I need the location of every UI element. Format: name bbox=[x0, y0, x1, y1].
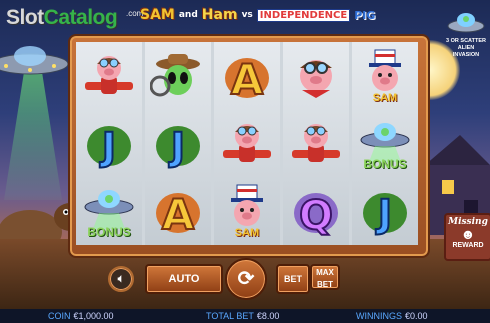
winnings-value: €0.00 bbox=[405, 311, 428, 321]
reel-2: JA bbox=[145, 42, 211, 245]
reel-grid: J BONUS J A A SAM Q SAM BONUS J bbox=[76, 42, 418, 245]
spin-arrow-icon: ⟳ bbox=[237, 268, 255, 290]
coin-label: COIN bbox=[48, 311, 71, 321]
watermark-logo: SlotCatalog bbox=[6, 6, 118, 30]
symbol-goggles-pig bbox=[283, 42, 349, 110]
symbol-J: J bbox=[76, 110, 142, 178]
reel-4: Q bbox=[283, 42, 349, 245]
missing-reward-sign: Missing ☻ REWARD bbox=[444, 213, 490, 261]
svg-text:A: A bbox=[162, 190, 195, 239]
title-independence: INDEPENDENCE bbox=[256, 8, 351, 22]
svg-text:J: J bbox=[375, 192, 392, 236]
title-ham: Ham bbox=[201, 7, 238, 23]
max-bet-line-1: MAX bbox=[316, 268, 334, 277]
total-bet-label: TOTAL BET bbox=[206, 311, 254, 321]
symbol-label: BONUS bbox=[87, 225, 131, 240]
title-sam: SAM bbox=[140, 7, 175, 23]
bet-button[interactable]: BET bbox=[276, 264, 310, 294]
total-bet: TOTAL BET €8.00 bbox=[206, 311, 279, 321]
badge-line-2: ALIEN INVASION bbox=[452, 45, 480, 58]
scatter-info-badge: 3 OR SCATTER ALIEN INVASION bbox=[444, 6, 488, 58]
sign-line-2: REWARD bbox=[452, 242, 484, 249]
symbol-label: BONUS bbox=[363, 157, 407, 172]
symbol-ufo-bonus: BONUS bbox=[352, 110, 418, 178]
max-bet-button[interactable]: MAX BET bbox=[310, 264, 340, 290]
symbol-pilot-pig bbox=[214, 110, 280, 178]
symbol-ufo-bonus: BONUS bbox=[76, 177, 142, 245]
svg-text:Q: Q bbox=[299, 193, 333, 239]
symbol-A: A bbox=[145, 177, 211, 245]
watermark-slot: Slot bbox=[6, 6, 44, 29]
coin-balance: COIN €1,000.00 bbox=[48, 311, 114, 321]
symbol-pilot-pig bbox=[283, 110, 349, 178]
symbol-J: J bbox=[145, 110, 211, 178]
symbol-label: SAM bbox=[372, 91, 398, 104]
max-bet-line-2: BET bbox=[317, 280, 333, 289]
reel-5: SAM BONUS J bbox=[352, 42, 418, 245]
svg-text:J: J bbox=[168, 125, 185, 169]
sound-toggle-button[interactable]: 🔈︎ bbox=[108, 266, 134, 292]
winnings-label: WINNINGS bbox=[356, 311, 402, 321]
symbol-alien-cowboy bbox=[145, 42, 211, 110]
speaker-icon: 🔈︎ bbox=[117, 273, 125, 285]
title-vs: vs bbox=[241, 10, 253, 20]
game-title-logo: SAM and Ham vs INDEPENDENCE PIG bbox=[140, 4, 375, 26]
watermark-catalog: Catalog bbox=[43, 6, 118, 29]
spin-button[interactable]: ⟳ bbox=[225, 258, 267, 300]
coin-value: €1,000.00 bbox=[73, 311, 114, 321]
ufo-scatter-icon bbox=[447, 13, 485, 33]
symbol-sam-pig: SAM bbox=[214, 177, 280, 245]
ufo-icon bbox=[0, 46, 69, 75]
symbol-label: SAM bbox=[234, 227, 260, 240]
symbol-sam-pig: SAM bbox=[352, 42, 418, 110]
reel-1: J BONUS bbox=[76, 42, 142, 245]
alien-face-icon: ☻ bbox=[460, 226, 476, 242]
svg-text:A: A bbox=[231, 55, 264, 104]
symbol-Q: Q bbox=[283, 177, 349, 245]
symbol-J: J bbox=[352, 177, 418, 245]
badge-line-1: 3 OR SCATTER bbox=[446, 38, 486, 44]
title-pig: PIG bbox=[354, 8, 376, 22]
winnings: WINNINGS €0.00 bbox=[356, 311, 428, 321]
reel-3: A SAM bbox=[214, 42, 280, 245]
total-bet-value: €8.00 bbox=[256, 311, 280, 321]
autoplay-button[interactable]: AUTO bbox=[145, 264, 223, 294]
control-panel: 🔈︎ AUTO ⟳ BET MAX BET bbox=[100, 258, 400, 300]
title-and: and bbox=[178, 10, 198, 20]
symbol-pilot-pig bbox=[76, 42, 142, 110]
svg-text:J: J bbox=[99, 125, 116, 169]
status-bar: COIN €1,000.00 TOTAL BET €8.00 WINNINGS €0.… bbox=[0, 309, 490, 323]
symbol-A: A bbox=[214, 42, 280, 110]
